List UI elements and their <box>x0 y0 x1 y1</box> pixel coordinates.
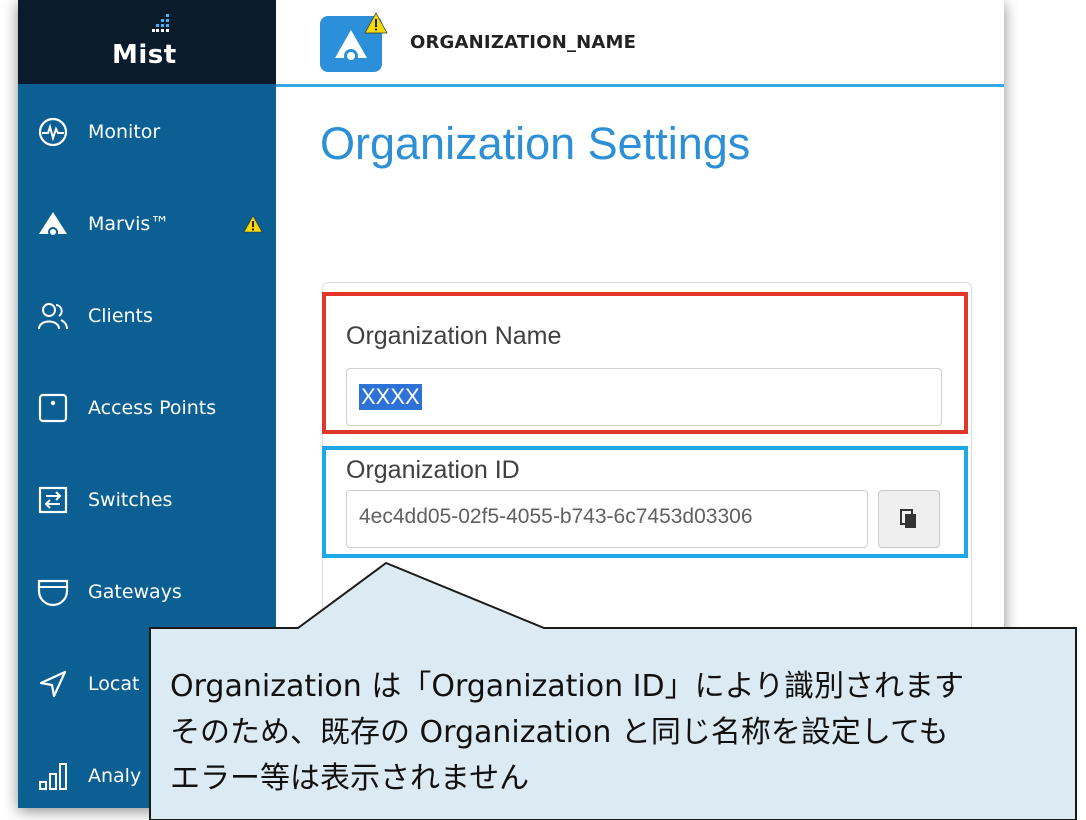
callout-line: エラー等は表示されません <box>170 761 530 796</box>
callout-line: Organization は「Organization ID」により識別されます <box>170 669 965 704</box>
callout-line: そのため、既存の Organization と同じ名称を設定しても <box>170 715 949 750</box>
callout-text: Organization は「Organization ID」により識別されます… <box>170 664 964 802</box>
